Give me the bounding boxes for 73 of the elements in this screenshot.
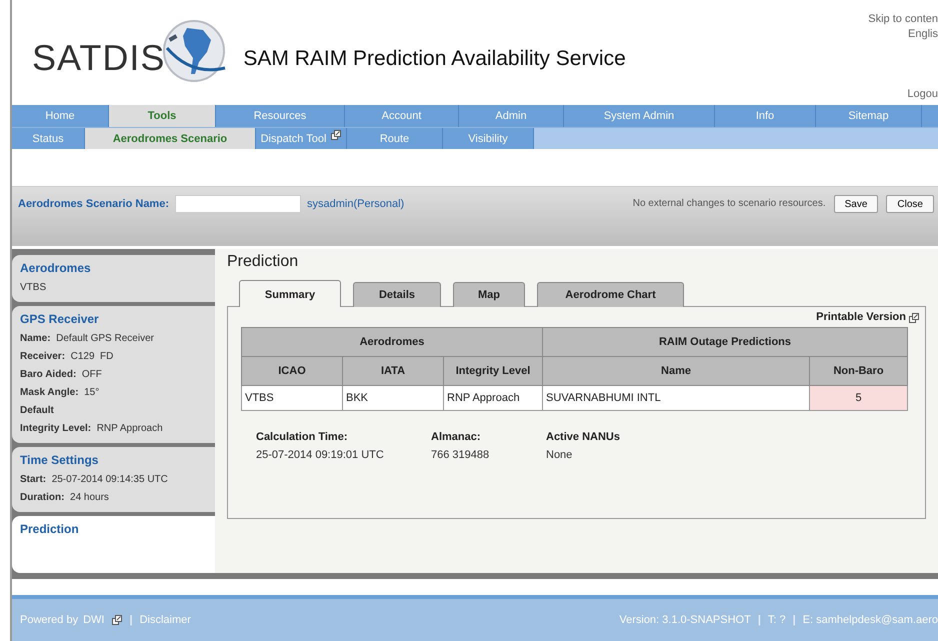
tab[interactable]: Summary <box>239 280 341 307</box>
footer-text: Powered by <box>20 614 78 626</box>
toolbar-button[interactable]: Close <box>886 195 934 213</box>
external-link-icon <box>909 313 919 323</box>
field-text: Integrity Level: RNP Approach <box>20 422 164 436</box>
info-label: Almanac: <box>431 431 482 443</box>
sub-nav-tab[interactable]: Aerodromes Scenario <box>85 128 256 149</box>
table-cell: BKK <box>342 386 444 410</box>
info-value: 25-07-2014 09:19:01 UTC <box>256 449 385 461</box>
separator-text: | <box>756 614 762 626</box>
field-text: Baro Aided: OFF <box>20 368 103 382</box>
globe-icon <box>161 18 228 84</box>
section-title[interactable]: Prediction <box>20 522 209 536</box>
sidebar-card[interactable]: Prediction <box>12 516 215 573</box>
column-header: Integrity Level <box>444 356 542 386</box>
section-title[interactable]: Aerodromes <box>20 261 209 275</box>
header-link[interactable]: Skip to conten <box>868 12 938 27</box>
field-text: Mask Angle: 15° <box>20 386 100 400</box>
tab[interactable]: Details <box>353 282 441 307</box>
column-header: IATA <box>342 356 444 386</box>
field-text: Name: Default GPS Receiver <box>20 332 155 346</box>
printable-version-link[interactable]: Printable Version <box>816 311 906 323</box>
column-group-header: Aerodromes <box>242 328 542 356</box>
info-label: Calculation Time: <box>256 431 348 443</box>
logout-link[interactable]: Logou <box>907 87 938 102</box>
owner-link[interactable]: sysadmin(Personal) <box>307 195 404 213</box>
field-text: VTBS <box>20 281 48 295</box>
table-cell: VTBS <box>242 386 342 410</box>
sub-nav-tab[interactable]: Visibility <box>443 128 534 149</box>
footer-text: T: ? <box>768 614 786 626</box>
nav-tab[interactable]: Admin <box>459 105 564 127</box>
section-title[interactable]: GPS Receiver <box>20 312 209 326</box>
column-header: Name <box>542 356 810 386</box>
column-header: ICAO <box>242 356 342 386</box>
sub-nav-tab[interactable]: Route <box>347 128 443 149</box>
status-message: No external changes to scenario resources. <box>632 197 826 211</box>
site-title: SAM RAIM Prediction Availability Service <box>243 47 626 71</box>
table-cell: SUVARNABHUMI INTL <box>542 386 810 410</box>
footer-text: E: samhelpdesk@sam.aero <box>802 614 938 626</box>
field-text: Receiver: C129 FD <box>20 350 114 364</box>
tab[interactable]: Aerodrome Chart <box>537 282 684 307</box>
nav-tab[interactable]: Tools <box>109 105 216 127</box>
field-text: Start: 25-07-2014 09:14:35 UTC <box>20 473 169 487</box>
sidebar-card[interactable]: GPS Receiver Name: Default GPS Receiver Receiver: C129 FD Baro Aided: OFF Mask Angle: 15° Default Integrity Level: RNP Approach <box>12 306 215 443</box>
nav-tab[interactable]: Resources <box>216 105 345 127</box>
nav-tab[interactable]: System Admin <box>564 105 715 127</box>
page-heading: Prediction <box>227 253 300 271</box>
scenario-name-field[interactable] <box>175 195 301 213</box>
nav-tab[interactable]: Sitemap <box>816 105 922 127</box>
sidebar-card[interactable]: Aerodromes VTBS <box>12 255 215 302</box>
footer-text: Version: 3.1.0-SNAPSHOT <box>619 614 751 626</box>
sidebar-card[interactable]: Time Settings Start: 25-07-2014 09:14:35 UTC Duration: 24 hours <box>12 447 215 512</box>
toolbar-button[interactable]: Save <box>834 195 878 213</box>
table-cell: 5 <box>810 386 908 410</box>
table-cell: RNP Approach <box>444 386 542 410</box>
sub-nav-tab[interactable]: Status <box>12 128 85 149</box>
separator-text: | <box>792 614 797 626</box>
info-label: Active NANUs <box>546 431 620 443</box>
logo-text: SATDIS <box>32 37 166 79</box>
field-text: Default <box>20 404 55 418</box>
info-value: None <box>546 449 574 461</box>
section-title[interactable]: Time Settings <box>20 453 209 467</box>
sub-nav-tab[interactable]: Dispatch Tool <box>256 128 347 149</box>
field-text: Duration: 24 hours <box>20 491 110 505</box>
column-header: Non-Baro <box>810 356 908 386</box>
column-group-header: RAIM Outage Predictions <box>542 328 908 356</box>
nav-tab[interactable]: Account <box>345 105 459 127</box>
nav-tab[interactable]: Info <box>715 105 816 127</box>
header-link[interactable]: Englis <box>908 27 938 42</box>
field-label: Aerodromes Scenario Name: <box>18 197 169 212</box>
separator-text: | <box>128 614 134 626</box>
info-value: 766 319488 <box>431 449 490 461</box>
tab[interactable]: Map <box>453 282 525 307</box>
